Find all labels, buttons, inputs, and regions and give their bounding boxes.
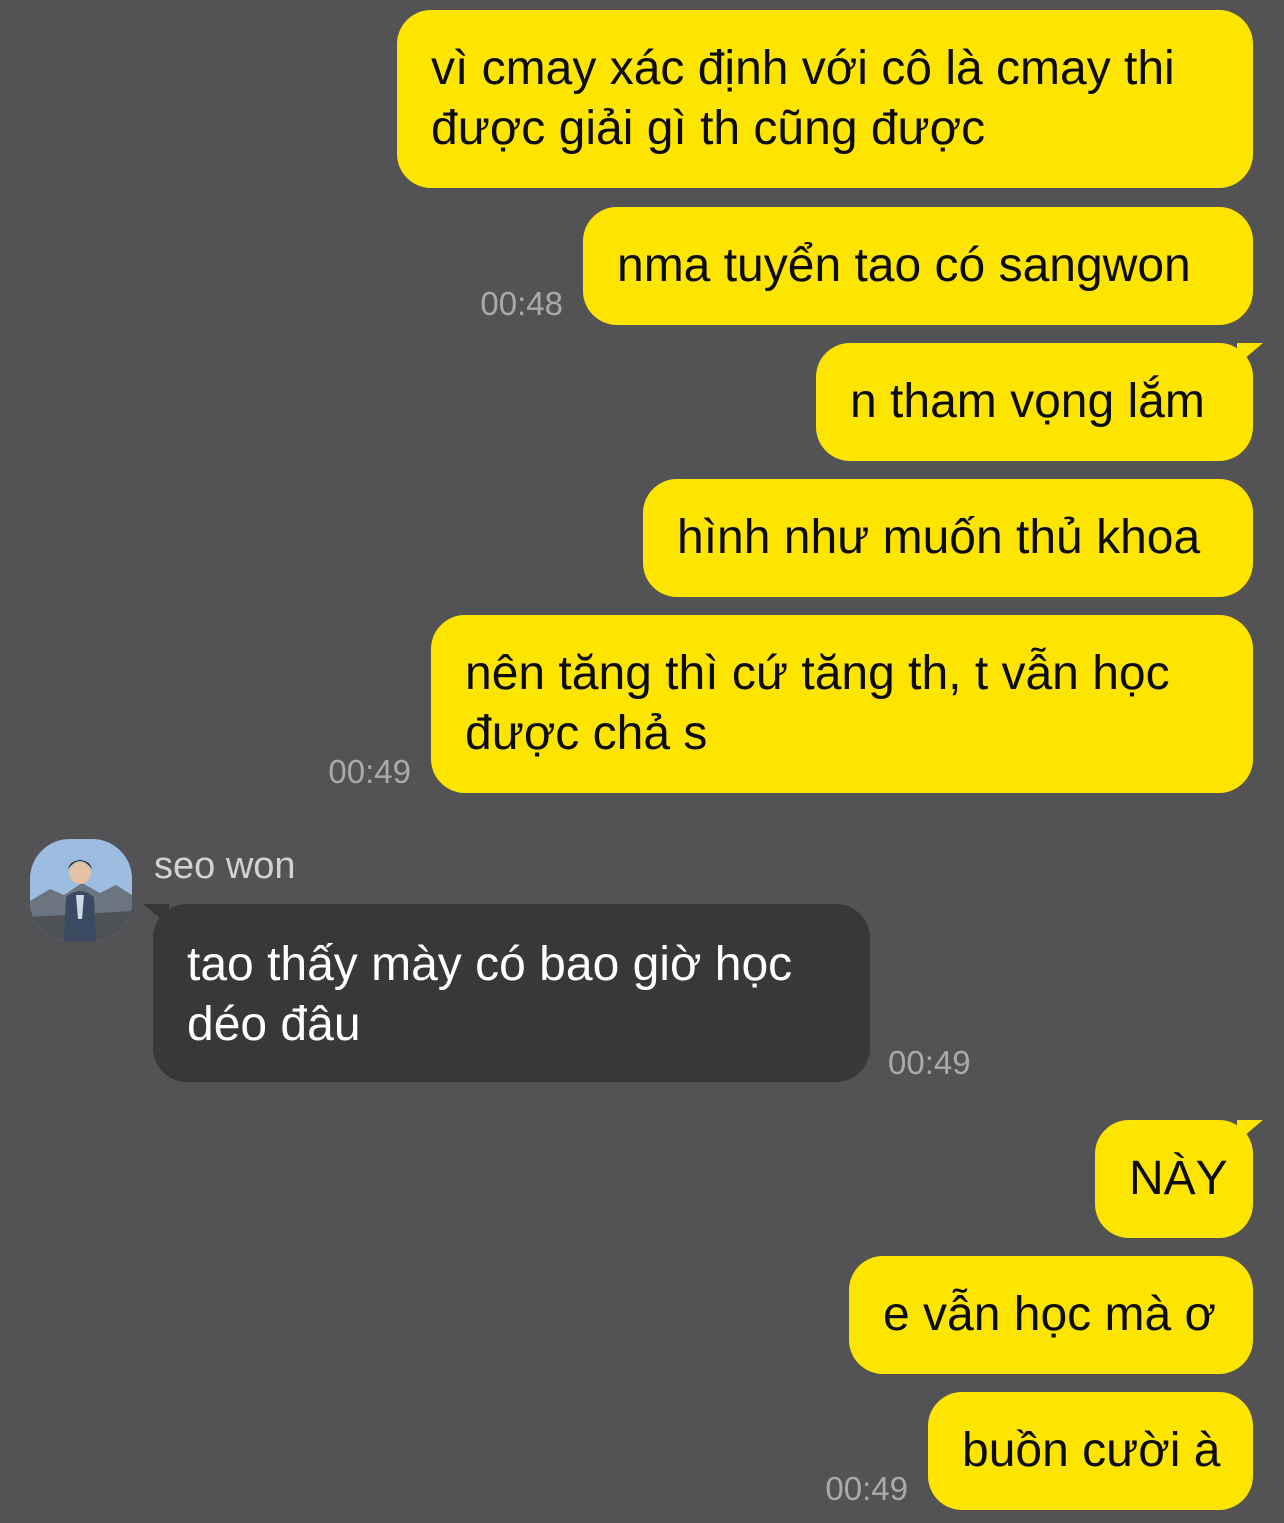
message-row: 00:48 nma tuyển tao có sangwon: [480, 207, 1253, 325]
message-bubble-sent[interactable]: e vẫn học mà ơ: [849, 1256, 1253, 1374]
avatar[interactable]: [30, 839, 132, 941]
chat-area[interactable]: vì cmay xác định với cô là cmay thi được…: [0, 0, 1284, 1523]
message-text: NÀY: [1129, 1152, 1228, 1205]
message-row: e vẫn học mà ơ: [849, 1256, 1253, 1374]
message-text: n tham vọng lắm: [850, 375, 1205, 428]
message-row: 00:49 buồn cười à: [825, 1392, 1253, 1510]
message-row: NÀY: [1095, 1120, 1253, 1238]
message-text: tao thấy mày có bao giờ học déo đâu: [187, 938, 793, 1051]
message-bubble-sent[interactable]: nma tuyển tao có sangwon: [583, 207, 1253, 325]
message-text: vì cmay xác định với cô là cmay thi được…: [431, 42, 1175, 155]
message-bubble-sent[interactable]: NÀY: [1095, 1120, 1253, 1238]
message-timestamp: 00:49: [825, 1470, 908, 1507]
message-bubble-sent[interactable]: buồn cười à: [928, 1392, 1253, 1510]
sender-name: seo won: [154, 845, 296, 887]
message-row: vì cmay xác định với cô là cmay thi được…: [397, 10, 1253, 188]
message-timestamp: 00:48: [480, 285, 563, 322]
message-text: hình như muốn thủ khoa: [677, 511, 1201, 564]
message-row: hình như muốn thủ khoa: [643, 479, 1253, 597]
message-bubble-received[interactable]: tao thấy mày có bao giờ học déo đâu: [153, 904, 870, 1082]
message-bubble-sent[interactable]: n tham vọng lắm: [816, 343, 1253, 461]
message-timestamp: 00:49: [888, 1044, 971, 1081]
message-row: 00:49 nên tăng thì cứ tăng th, t vẫn học…: [328, 615, 1253, 793]
profile-photo-icon: [30, 839, 132, 941]
message-bubble-sent[interactable]: nên tăng thì cứ tăng th, t vẫn học được …: [431, 615, 1253, 793]
message-text: nma tuyển tao có sangwon: [617, 239, 1191, 292]
message-text: buồn cười à: [962, 1424, 1221, 1477]
message-row: n tham vọng lắm: [816, 343, 1253, 461]
message-bubble-sent[interactable]: vì cmay xác định với cô là cmay thi được…: [397, 10, 1253, 188]
message-bubble-sent[interactable]: hình như muốn thủ khoa: [643, 479, 1253, 597]
message-row: tao thấy mày có bao giờ học déo đâu 00:4…: [153, 904, 971, 1082]
message-timestamp: 00:49: [328, 753, 411, 790]
message-text: nên tăng thì cứ tăng th, t vẫn học được …: [465, 647, 1170, 760]
message-text: e vẫn học mà ơ: [883, 1288, 1216, 1341]
